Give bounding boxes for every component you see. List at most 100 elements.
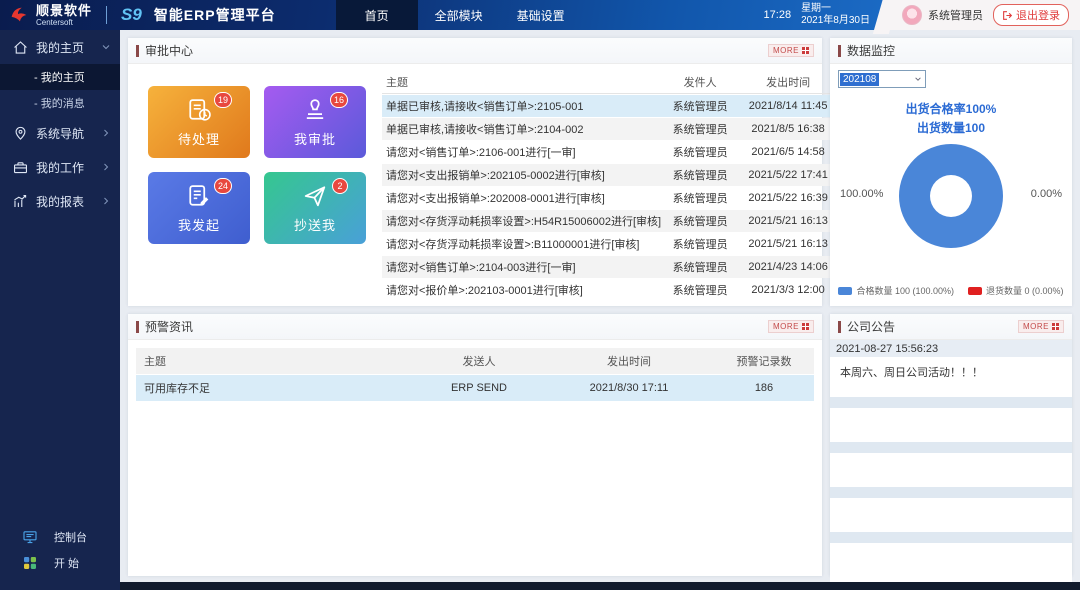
report-chart-icon xyxy=(12,193,29,210)
sidebar-subitem-label: - 我的消息 xyxy=(34,95,85,111)
top-nav: 首页 全部模块 基础设置 xyxy=(336,0,582,30)
approval-table: 主题 发件人 发出时间 单据已审核,请接收<销售订单>:2105-001 系统管… xyxy=(376,64,853,305)
home-icon xyxy=(12,39,29,56)
tile-my-approvals[interactable]: 16 我审批 xyxy=(264,86,366,158)
data-monitor-panel: 数据监控 202108 出货合格率100% 出货数量100 100.00% 0.… xyxy=(830,38,1072,306)
tile-label: 待处理 xyxy=(178,129,220,148)
donut-chart[interactable] xyxy=(899,144,1003,248)
empty-announcement-slot xyxy=(830,442,1072,453)
chevron-down-icon xyxy=(101,42,111,52)
tile-cc-to-me[interactable]: 2 抄送我 xyxy=(264,172,366,244)
table-row[interactable]: 单据已审核,请接收<销售订单>:2104-002 系统管理员 2021/8/5 … xyxy=(382,118,837,140)
announcements-panel: 公司公告 MORE 2021-08-27 15:56:23 本周六、周日公司活动… xyxy=(830,314,1072,576)
table-row[interactable]: 请您对<存货浮动耗损率设置>:H54R15006002进行[审核] 系统管理员 … xyxy=(382,210,837,232)
sidebar-subitem-my-home[interactable]: - 我的主页 xyxy=(0,64,120,90)
brand-logo: 顺景软件 Centersoft S9 智能ERP管理平台 xyxy=(0,4,276,27)
grid-icon xyxy=(802,47,809,54)
col-sender: 发送人 xyxy=(414,353,544,369)
approve-count-badge: 16 xyxy=(330,92,348,108)
s9-logo: S9 xyxy=(121,5,142,25)
compose-doc-icon xyxy=(185,182,213,210)
pass-rate-text: 出货合格率100% xyxy=(830,100,1072,119)
alerts-table-header: 主题 发送人 发出时间 预警记录数 xyxy=(136,348,814,374)
legend-swatch-blue xyxy=(838,287,852,295)
approval-more-button[interactable]: MORE xyxy=(768,44,814,57)
panel-accent-bar xyxy=(838,45,841,57)
user-avatar[interactable] xyxy=(902,5,922,25)
legend-returns[interactable]: 退货数量 0 (0.00%) xyxy=(968,284,1064,297)
sidebar-item-label: 我的报表 xyxy=(36,193,84,210)
table-row[interactable]: 请您对<报价单>:202103-0001进行[审核] 系统管理员 2021/3/… xyxy=(382,279,837,301)
nav-tab-settings[interactable]: 基础设置 xyxy=(500,0,582,30)
table-row[interactable]: 请您对<支出报销单>:202105-0002进行[审核] 系统管理员 2021/… xyxy=(382,164,837,186)
console-monitor-icon xyxy=(22,529,38,545)
cc-count-badge: 2 xyxy=(332,178,348,194)
announcement-date: 2021-08-27 15:56:23 xyxy=(830,340,1072,357)
monitor-panel-title: 数据监控 xyxy=(847,42,895,59)
more-label: MORE xyxy=(773,322,799,331)
alert-row[interactable]: 可用库存不足 ERP SEND 2021/8/30 17:11 186 xyxy=(136,375,814,401)
panel-accent-bar xyxy=(136,45,139,57)
started-count-badge: 24 xyxy=(214,178,232,194)
brand-subname: Centersoft xyxy=(36,19,92,27)
announcement-text[interactable]: 本周六、周日公司活动！！！ xyxy=(830,357,1072,397)
console-button[interactable]: 控制台 xyxy=(0,524,120,550)
sidebar-subitem-label: - 我的主页 xyxy=(34,69,85,85)
start-label: 开 始 xyxy=(54,555,79,571)
sidebar-item-label: 我的主页 xyxy=(36,39,84,56)
tile-started-by-me[interactable]: 24 我发起 xyxy=(148,172,250,244)
sidebar: 我的主页 - 我的主页 - 我的消息 系统导航 我的 xyxy=(0,30,120,590)
grid-icon xyxy=(1052,323,1059,330)
logout-button[interactable]: 退出登录 xyxy=(993,4,1069,26)
alerts-panel: 预警资讯 MORE 主题 发送人 发出时间 预警记录数 可用库存不足 ERP S… xyxy=(128,314,822,576)
erp-dashboard: 顺景软件 Centersoft S9 智能ERP管理平台 首页 全部模块 基础设… xyxy=(0,0,1080,590)
header-user-area: 系统管理员 退出登录 xyxy=(888,0,1080,30)
sidebar-item-system-nav[interactable]: 系统导航 xyxy=(0,116,120,150)
brand-name: 顺景软件 xyxy=(36,4,92,17)
more-label: MORE xyxy=(773,46,799,55)
legend-qualified[interactable]: 合格数量 100 (100.00%) xyxy=(838,284,954,297)
bottom-dark-bar xyxy=(120,582,1080,590)
announcements-more-button[interactable]: MORE xyxy=(1018,320,1064,333)
table-row[interactable]: 请您对<存货浮动耗损率设置>:B11000001进行[审核] 系统管理员 202… xyxy=(382,233,837,255)
table-row[interactable]: 请您对<销售订单>:2106-001进行[一审] 系统管理员 2021/6/5 … xyxy=(382,141,837,163)
approval-center-panel: 审批中心 MORE 19 待处理 xyxy=(128,38,822,306)
more-label: MORE xyxy=(1023,322,1049,331)
tile-label: 抄送我 xyxy=(294,215,336,234)
stamp-icon xyxy=(301,96,329,124)
empty-announcement-slot xyxy=(830,532,1072,543)
chevron-right-icon xyxy=(101,128,111,138)
product-title: 智能ERP管理平台 xyxy=(154,5,276,25)
chevron-down-icon xyxy=(914,75,922,83)
header-clock: 17:28 星期一 2021年8月30日 xyxy=(764,3,870,28)
sidebar-item-my-work[interactable]: 我的工作 xyxy=(0,150,120,184)
nav-tab-home[interactable]: 首页 xyxy=(336,0,418,30)
pending-count-badge: 19 xyxy=(214,92,232,108)
sidebar-subitem-my-messages[interactable]: - 我的消息 xyxy=(0,90,120,116)
briefcase-icon xyxy=(12,159,29,176)
panel-accent-bar xyxy=(136,321,139,333)
location-pin-icon xyxy=(12,125,29,142)
logout-label: 退出登录 xyxy=(1016,7,1060,23)
table-row[interactable]: 单据已审核,请接收<销售订单>:2105-001 系统管理员 2021/8/14… xyxy=(382,95,837,117)
start-button[interactable]: 开 始 xyxy=(0,550,120,576)
table-row[interactable]: 请您对<销售订单>:2104-003进行[一审] 系统管理员 2021/4/23… xyxy=(382,256,837,278)
nav-tab-modules[interactable]: 全部模块 xyxy=(418,0,500,30)
panel-accent-bar xyxy=(838,321,841,333)
table-row[interactable]: 请您对<支出报销单>:202008-0001进行[审核] 系统管理员 2021/… xyxy=(382,187,837,209)
approval-panel-title: 审批中心 xyxy=(145,42,193,59)
tile-pending[interactable]: 19 待处理 xyxy=(148,86,250,158)
logout-icon xyxy=(1002,10,1013,21)
sidebar-item-my-reports[interactable]: 我的报表 xyxy=(0,184,120,218)
paper-plane-icon xyxy=(301,182,329,210)
empty-announcement-slot xyxy=(830,487,1072,498)
period-select[interactable]: 202108 xyxy=(838,70,926,88)
main-content: 审批中心 MORE 19 待处理 xyxy=(120,30,1080,590)
chart-legend: 合格数量 100 (100.00%) 退货数量 0 (0.00%) xyxy=(830,284,1072,297)
sidebar-item-my-home[interactable]: 我的主页 xyxy=(0,30,120,64)
sidebar-item-label: 系统导航 xyxy=(36,125,84,142)
approval-table-header: 主题 发件人 发出时间 xyxy=(382,70,837,94)
clock-time: 17:28 xyxy=(764,9,792,21)
chevron-right-icon xyxy=(101,162,111,172)
alerts-more-button[interactable]: MORE xyxy=(768,320,814,333)
